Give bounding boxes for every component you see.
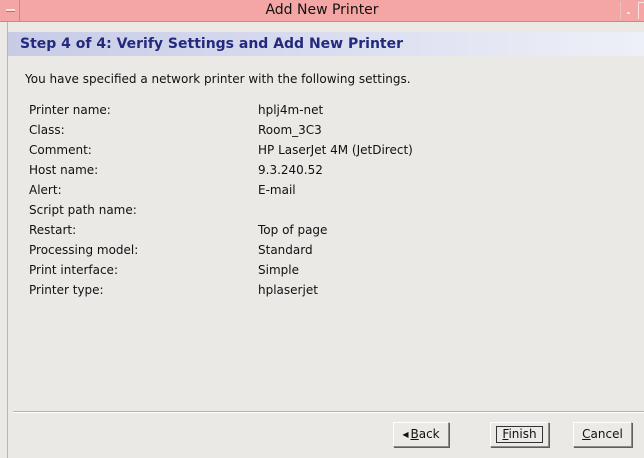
setting-value: Simple [258,263,299,277]
setting-value: HP LaserJet 4M (JetDirect) [258,143,413,157]
setting-value: hplaserjet [258,283,318,297]
setting-label: Printer name: [29,103,111,117]
back-label: ack [418,427,440,441]
setting-value: Room_3C3 [258,123,322,137]
back-arrow-icon: ◀ [402,430,409,439]
setting-label: Printer type: [29,283,104,297]
cancel-button[interactable]: Cancel [573,422,632,447]
setting-label: Script path name: [29,203,137,217]
back-button[interactable]: ◀ Back [393,422,449,447]
minimize-icon [627,12,630,14]
finish-button[interactable]: Finish [490,422,549,447]
setting-label: Alert: [29,183,62,197]
setting-label: Print interface: [29,263,118,277]
setting-value: E-mail [258,183,296,197]
setting-value: 9.3.240.52 [258,163,323,177]
title-bar[interactable]: Add New Printer [0,0,644,22]
left-divider [7,22,8,458]
step-title: Step 4 of 4: Verify Settings and Add New… [20,36,403,52]
setting-value: hplj4m-net [258,103,324,117]
setting-label: Comment: [29,143,92,157]
add-new-printer-window: Add New Printer Step 4 of 4: Verify Sett… [0,0,644,458]
maximize-button[interactable] [638,2,644,19]
setting-label: Processing model: [29,243,139,257]
cancel-mnemonic: C [582,427,591,441]
window-title: Add New Printer [265,2,379,18]
setting-value: Top of page [258,223,328,237]
button-bar-highlight [13,412,644,413]
setting-label: Restart: [29,223,77,237]
setting-label: Host name: [29,163,99,177]
setting-value: Standard [258,243,313,257]
focus-ring [496,426,543,443]
back-mnemonic: B [410,427,419,441]
setting-label: Class: [29,123,65,137]
cancel-label: ancel [590,427,623,441]
button-bar [13,411,644,458]
intro-text: You have specified a network printer wit… [25,72,411,86]
minimize-button[interactable] [620,2,636,19]
